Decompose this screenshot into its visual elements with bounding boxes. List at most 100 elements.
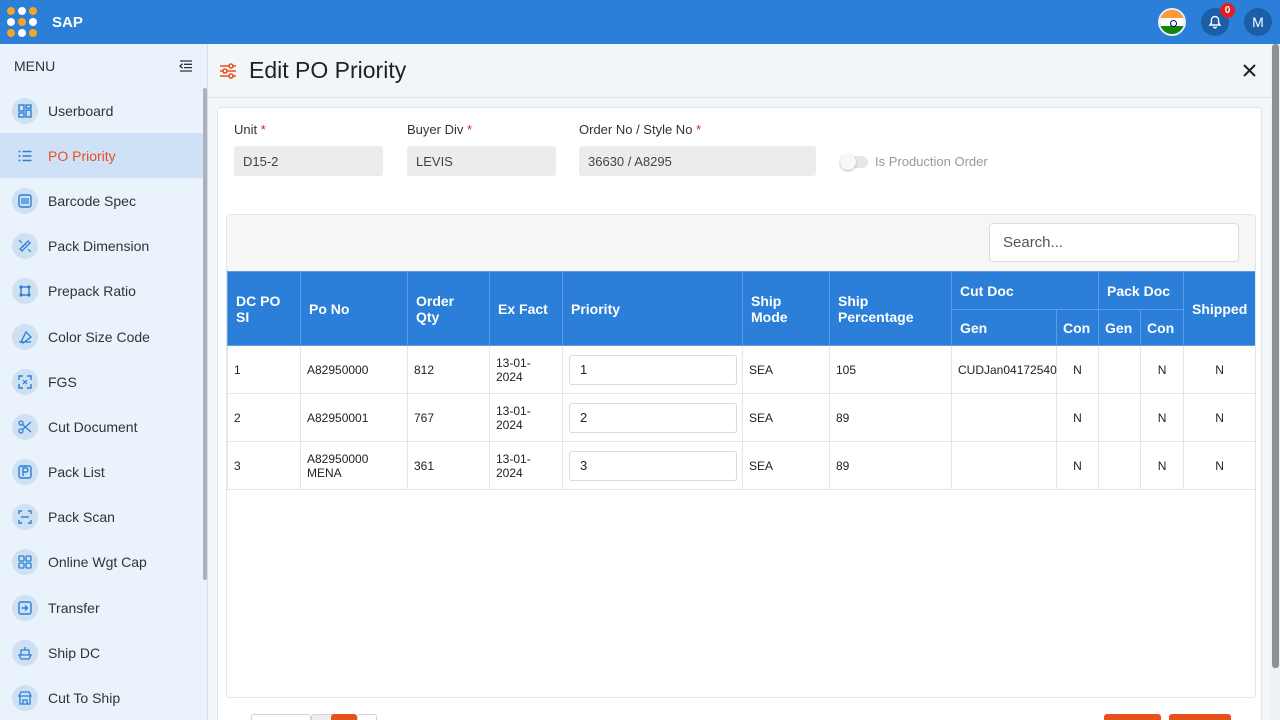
top-bar: SAP 0 M: [0, 0, 1280, 44]
sidebar-item-fgs[interactable]: FGS: [0, 359, 207, 404]
priority-input[interactable]: 2: [569, 402, 737, 433]
col-pack-gen[interactable]: Gen: [1098, 309, 1142, 346]
col-ship-mode[interactable]: Ship Mode: [742, 271, 830, 346]
col-priority[interactable]: Priority: [562, 271, 743, 346]
crop-icon: [12, 278, 38, 305]
pagination-current[interactable]: [331, 714, 357, 720]
sidebar-item-transfer[interactable]: Transfer: [0, 585, 207, 630]
expand-icon: [12, 368, 38, 395]
col-shipped[interactable]: Shipped: [1183, 271, 1255, 346]
notifications-button[interactable]: 0: [1201, 3, 1235, 36]
search-input[interactable]: Search...: [989, 223, 1239, 262]
unit-field: Unit * D15-2: [234, 122, 383, 176]
sidebar-item-label: Prepack Ratio: [48, 283, 136, 300]
settings-sliders-icon: [220, 62, 236, 79]
scan-icon: [12, 504, 38, 531]
p-box-icon: [12, 459, 38, 486]
collapse-menu-icon[interactable]: [179, 60, 193, 72]
page-scrollbar[interactable]: [1271, 44, 1280, 720]
sidebar-item-label: Userboard: [48, 102, 114, 119]
sidebar-item-pack-dimension[interactable]: Pack Dimension: [0, 224, 207, 269]
sidebar-item-cut-document[interactable]: Cut Document: [0, 404, 207, 449]
dashboard-icon: [12, 97, 38, 124]
col-ship-percentage[interactable]: Ship Percentage: [829, 271, 952, 346]
col-pack-con[interactable]: Con: [1140, 309, 1185, 346]
sidebar-item-cut-to-ship[interactable]: Cut To Ship: [0, 675, 207, 720]
sidebar-item-prepack-ratio[interactable]: Prepack Ratio: [0, 269, 207, 314]
priority-input[interactable]: 3: [569, 450, 737, 481]
cell-qty: 361: [407, 441, 490, 490]
sidebar-item-label: Cut To Ship: [48, 690, 121, 707]
priority-input[interactable]: 1: [569, 354, 737, 385]
menu-title: MENU: [14, 58, 56, 74]
cell-pack-con: N: [1140, 393, 1185, 442]
user-avatar[interactable]: M: [1244, 8, 1272, 36]
page-title: Edit PO Priority: [249, 57, 407, 83]
sidebar-item-label: Pack Dimension: [48, 238, 150, 255]
cell-ship-pct: 89: [829, 441, 952, 490]
sidebar-item-label: Color Size Code: [48, 328, 150, 345]
sidebar-item-po-priority[interactable]: PO Priority: [0, 133, 207, 179]
color-drop-icon: [12, 323, 38, 350]
notification-badge: 0: [1220, 3, 1235, 18]
order-style-label: Order No / Style No: [579, 122, 693, 137]
table-row: 3 A82950000 MENA 361 13-01-2024 3 SEA 89…: [227, 441, 1255, 490]
cell-qty: 812: [407, 345, 490, 394]
order-style-input[interactable]: 36630 / A8295: [579, 146, 816, 176]
sidebar-item-pack-scan[interactable]: Pack Scan: [0, 495, 207, 540]
cell-pack-con: N: [1140, 441, 1185, 490]
sidebar-scrollbar[interactable]: [203, 88, 207, 580]
sidebar-item-label: Barcode Spec: [48, 192, 136, 209]
cell-po-no: A82950000: [300, 345, 408, 394]
sidebar-item-label: FGS: [48, 373, 77, 390]
unit-input[interactable]: D15-2: [234, 146, 383, 176]
close-button[interactable]: [1239, 60, 1259, 80]
sidebar-item-pack-list[interactable]: Pack List: [0, 450, 207, 495]
cell-pack-con: N: [1140, 345, 1185, 394]
cell-shipped: N: [1183, 345, 1255, 394]
sidebar: MENU Userboard PO Priority Barcode Spec …: [0, 44, 208, 720]
sidebar-item-color-size-code[interactable]: Color Size Code: [0, 314, 207, 359]
cell-qty: 767: [407, 393, 490, 442]
col-cut-con[interactable]: Con: [1055, 309, 1100, 346]
cell-cut-gen: [951, 441, 1057, 490]
cell-ship-pct: 89: [829, 393, 952, 442]
unit-label: Unit: [234, 122, 258, 137]
cancel-button[interactable]: [1104, 714, 1161, 720]
col-dc-po-si[interactable]: DC PO SI: [227, 271, 301, 346]
buyer-div-input[interactable]: LEVIS: [407, 146, 556, 176]
pagination-strip: [217, 712, 1247, 720]
shop-icon: [12, 685, 38, 712]
cell-pack-gen: [1098, 441, 1142, 490]
sidebar-item-label: Pack Scan: [48, 509, 115, 526]
sidebar-item-label: Ship DC: [48, 644, 101, 661]
table-row: 2 A82950001 767 13-01-2024 2 SEA 89 N N …: [227, 393, 1255, 442]
col-cut-gen[interactable]: Gen: [951, 309, 1057, 346]
cell-po-no: A82950001: [300, 393, 408, 442]
sidebar-item-online-wgt-cap[interactable]: Online Wgt Cap: [0, 540, 207, 585]
save-button[interactable]: [1169, 714, 1231, 720]
production-order-toggle[interactable]: [840, 153, 868, 170]
col-po-no[interactable]: Po No: [300, 271, 408, 346]
col-order-qty[interactable]: Order Qty: [407, 271, 490, 346]
cell-cut-gen: CUDJan04172540: [951, 345, 1057, 394]
po-priority-card: Unit * D15-2 Buyer Div * LEVIS Order No …: [217, 107, 1262, 720]
page-size-select[interactable]: [251, 714, 311, 720]
sidebar-item-ship-dc[interactable]: Ship DC: [0, 630, 207, 675]
app-logo[interactable]: [7, 7, 37, 37]
sidebar-item-label: Online Wgt Cap: [48, 554, 147, 571]
cell-si: 3: [227, 441, 301, 490]
cell-ex-fact: 13-01-2024: [489, 441, 563, 490]
cell-ex-fact: 13-01-2024: [489, 393, 563, 442]
main-content: Edit PO Priority Unit * D15-2 Buyer Div …: [209, 44, 1271, 720]
language-flag-icon[interactable]: [1158, 8, 1186, 36]
sidebar-item-barcode-spec[interactable]: Barcode Spec: [0, 178, 207, 223]
barcode-icon: [12, 187, 38, 214]
sidebar-item-label: PO Priority: [48, 147, 116, 164]
sidebar-item-userboard[interactable]: Userboard: [0, 88, 207, 133]
close-icon: [1242, 63, 1256, 77]
pagination-next[interactable]: [357, 714, 377, 720]
col-ex-fact[interactable]: Ex Fact: [489, 271, 563, 346]
table-row: 1 A82950000 812 13-01-2024 1 SEA 105 CUD…: [227, 345, 1255, 394]
list-icon: [12, 142, 38, 169]
